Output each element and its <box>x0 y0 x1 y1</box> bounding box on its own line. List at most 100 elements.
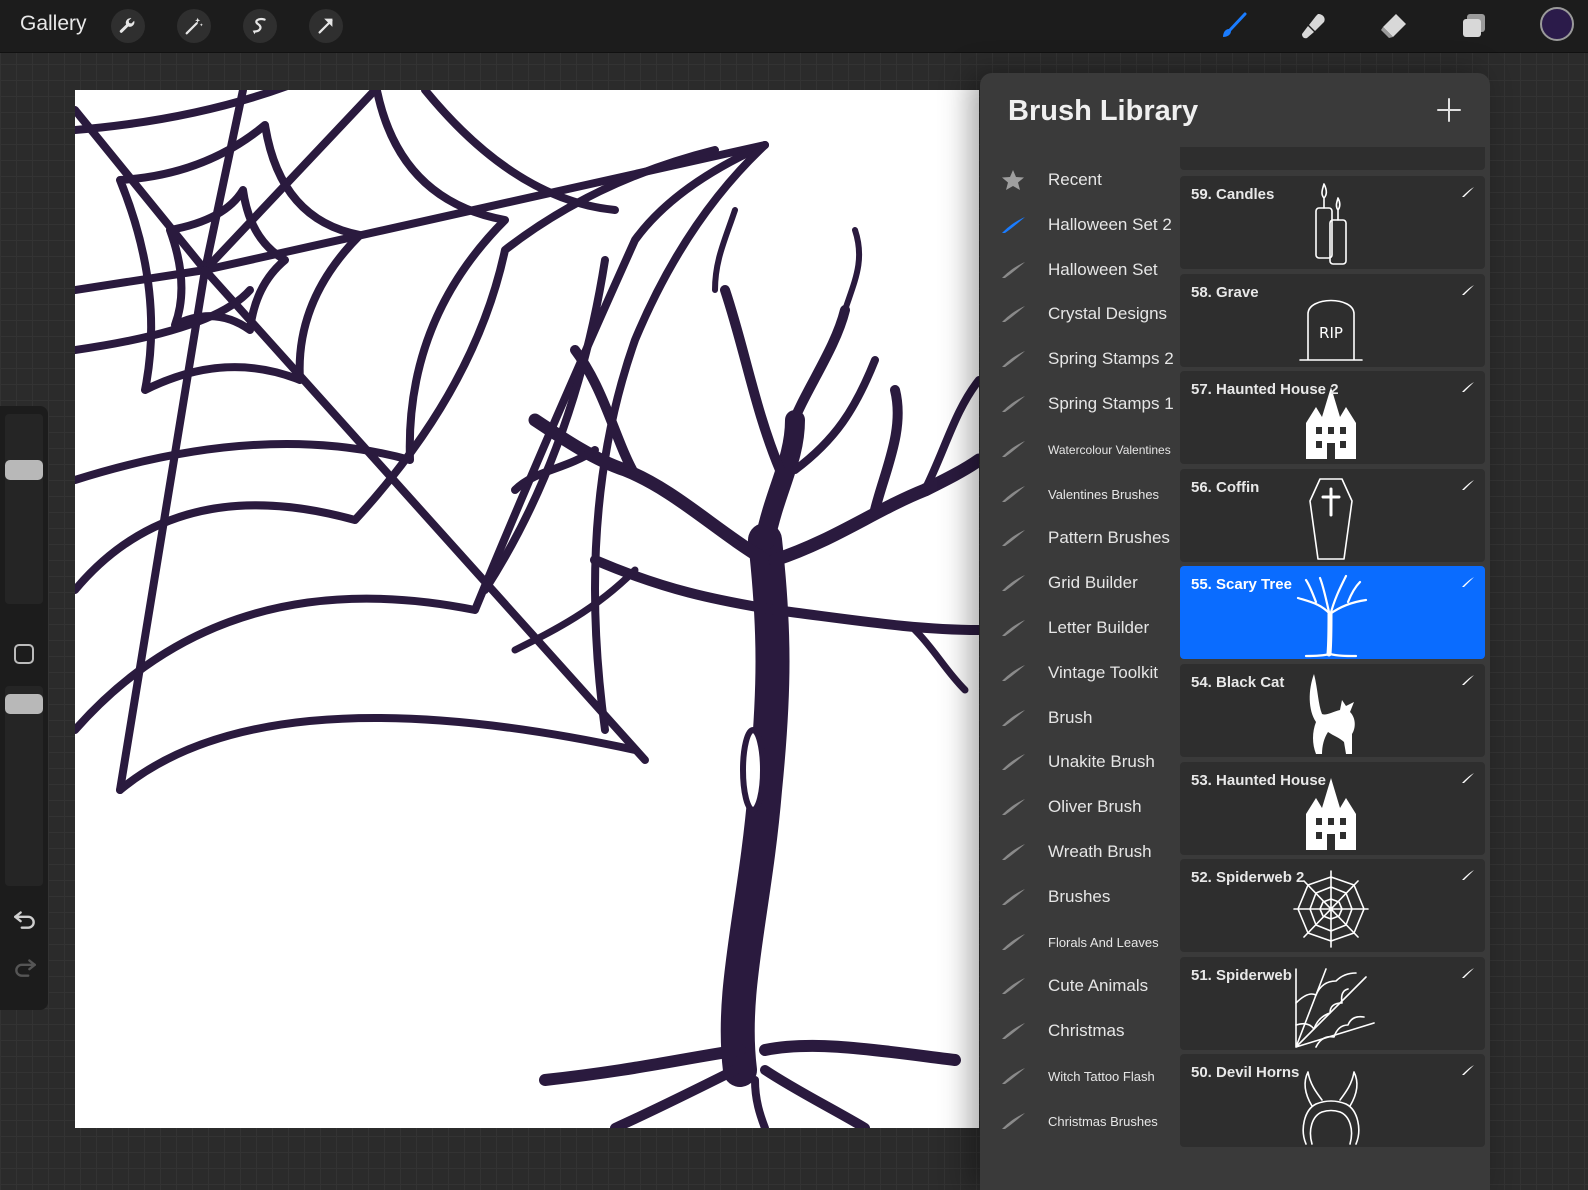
brush-set-item[interactable]: Witch Tattoo Flash <box>980 1053 1180 1097</box>
gallery-button[interactable]: Gallery <box>20 12 87 36</box>
brush-set-item[interactable]: Recent <box>980 157 1180 201</box>
brush-set-item[interactable]: Cute Animals <box>980 963 1180 1007</box>
brush-set-label: Valentines Brushes <box>1048 486 1160 502</box>
brush-card[interactable]: RIP 58. Grave <box>1180 273 1485 367</box>
brush-set-label: Pattern Brushes <box>1048 528 1170 548</box>
brush-card-selected[interactable]: 55. Scary Tree <box>1180 566 1485 660</box>
color-picker-button[interactable] <box>1540 7 1574 41</box>
black-cat-icon <box>1309 674 1355 754</box>
smudge-tool-button[interactable] <box>1296 8 1332 44</box>
brush-set-item[interactable]: Pattern Brushes <box>980 515 1180 559</box>
brush-set-item[interactable]: Crystal Designs <box>980 291 1180 335</box>
brush-set-item[interactable]: Spring Stamps 1 <box>980 381 1180 425</box>
brush-set-label: Unakite Brush <box>1048 752 1155 772</box>
brush-stroke-icon <box>1002 440 1025 457</box>
brush-set-label: Spring Stamps 1 <box>1048 394 1174 413</box>
adjustments-button[interactable] <box>177 9 211 43</box>
brush-set-item[interactable]: Brush <box>980 695 1180 739</box>
brush-set-item[interactable]: Wreath Brush <box>980 829 1180 873</box>
brush-set-item[interactable]: Grid Builder <box>980 560 1180 604</box>
actions-button[interactable] <box>111 9 145 43</box>
selection-icon <box>252 18 266 35</box>
brush-stroke-preview-icon <box>1462 284 1474 295</box>
brush-stroke-preview-icon <box>1462 382 1474 393</box>
brush-card[interactable]: 57. Haunted House 2 <box>1180 371 1485 465</box>
brush-set-item[interactable]: Valentines Brushes <box>980 471 1180 515</box>
brush-set-item[interactable]: Christmas <box>980 1008 1180 1052</box>
modify-button[interactable] <box>14 644 34 664</box>
brush-size-slider[interactable] <box>5 414 43 604</box>
candles-icon <box>1315 183 1347 265</box>
brush-set-item[interactable]: Watercolour Valentines <box>980 426 1180 470</box>
brush-set-item[interactable]: Oliver Brush <box>980 784 1180 828</box>
smudge-tool-icon <box>1302 14 1325 39</box>
brush-set-item[interactable]: Florals And Leaves <box>980 919 1180 963</box>
brush-name: 54. Black Cat <box>1191 674 1285 691</box>
layers-button[interactable] <box>1456 8 1492 44</box>
brush-set-item[interactable]: Halloween Set 2 <box>980 202 1180 246</box>
brush-stroke-icon <box>1002 216 1025 233</box>
brush-card[interactable]: 56. Coffin <box>1180 468 1485 562</box>
brush-library-title: Brush Library <box>1008 95 1199 127</box>
canvas-artwork <box>75 90 979 1128</box>
brush-name: 57. Haunted House 2 <box>1191 381 1339 399</box>
brush-set-label: Halloween Set <box>1048 259 1158 279</box>
transform-button[interactable] <box>309 9 343 43</box>
brush-stroke-icon <box>1002 620 1025 636</box>
brush-stroke-icon <box>1002 306 1025 323</box>
brush-stroke-preview-icon <box>1462 967 1474 978</box>
plus-icon <box>1437 98 1461 122</box>
brush-set-label: Brushes <box>1048 886 1111 906</box>
brush-name: 52. Spiderweb 2 <box>1191 869 1305 887</box>
brush-set-item[interactable]: Vintage Toolkit <box>980 650 1180 694</box>
add-brush-set-button[interactable] <box>1434 95 1464 125</box>
brush-tool-button[interactable] <box>1216 8 1252 44</box>
brush-set-label: Halloween Set 2 <box>1048 214 1172 234</box>
brush-card-partial[interactable] <box>1180 147 1485 170</box>
top-toolbar: Gallery <box>0 0 1588 53</box>
brush-name: 50. Devil Horns <box>1191 1064 1300 1082</box>
brush-stroke-icon <box>1002 396 1025 412</box>
brush-stroke-icon <box>1002 1068 1025 1084</box>
brush-card[interactable]: 59. Candles <box>1180 176 1485 269</box>
brush-set-label: Christmas <box>1048 1021 1125 1041</box>
brush-set-label: Recent <box>1048 170 1102 189</box>
brush-opacity-slider[interactable] <box>5 686 43 886</box>
brush-set-item[interactable]: Brushes <box>980 874 1180 918</box>
spiderweb-corner-icon <box>1295 967 1375 1048</box>
brush-set-label: Florals And Leaves <box>1048 934 1159 950</box>
brush-card[interactable]: 50. Devil Horns <box>1180 1054 1485 1148</box>
brush-stroke-preview-icon <box>1462 1065 1474 1076</box>
brush-card[interactable]: 51. Spiderweb <box>1180 956 1485 1050</box>
eraser-tool-button[interactable] <box>1376 8 1412 44</box>
layers-icon <box>1463 14 1485 37</box>
brush-set-label: Grid Builder <box>1048 573 1138 593</box>
brush-library-panel: Brush Library Recent Halloween Set 2 Hallo… <box>980 73 1490 1190</box>
brush-set-label: Oliver Brush <box>1048 797 1142 817</box>
selection-button[interactable] <box>243 9 277 43</box>
grave-icon: RIP <box>1299 299 1363 361</box>
brush-name: 58. Grave <box>1191 283 1259 301</box>
brush-opacity-thumb[interactable] <box>5 694 43 714</box>
brush-set-item[interactable]: Spring Stamps 2 <box>980 336 1180 380</box>
eraser-tool-icon <box>1381 14 1406 38</box>
brush-set-item[interactable]: Christmas Brushes <box>980 1098 1180 1142</box>
devil-horns-icon <box>1302 1071 1360 1146</box>
brush-card[interactable]: 52. Spiderweb 2 <box>1180 859 1485 953</box>
redo-icon[interactable] <box>12 954 38 980</box>
brush-tool-icon <box>1223 12 1247 37</box>
brush-set-item[interactable]: Unakite Brush <box>980 739 1180 783</box>
brush-stroke-icon <box>1002 933 1025 950</box>
undo-icon[interactable] <box>12 906 38 932</box>
brush-set-label: Witch Tattoo Flash <box>1048 1069 1155 1084</box>
brush-sets-list: Recent Halloween Set 2 Halloween Set Crysta… <box>980 157 1180 1190</box>
brush-card[interactable]: 54. Black Cat <box>1180 664 1485 757</box>
brush-stroke-icon <box>1002 978 1025 995</box>
brush-set-item[interactable]: Halloween Set <box>980 247 1180 291</box>
brush-set-label: Cute Animals <box>1048 976 1149 996</box>
brush-size-thumb[interactable] <box>5 460 43 480</box>
drawing-canvas[interactable] <box>75 90 979 1128</box>
brush-set-item[interactable]: Letter Builder <box>980 605 1180 649</box>
brush-set-label: Vintage Toolkit <box>1048 662 1158 682</box>
brush-card[interactable]: 53. Haunted House <box>1180 761 1485 855</box>
